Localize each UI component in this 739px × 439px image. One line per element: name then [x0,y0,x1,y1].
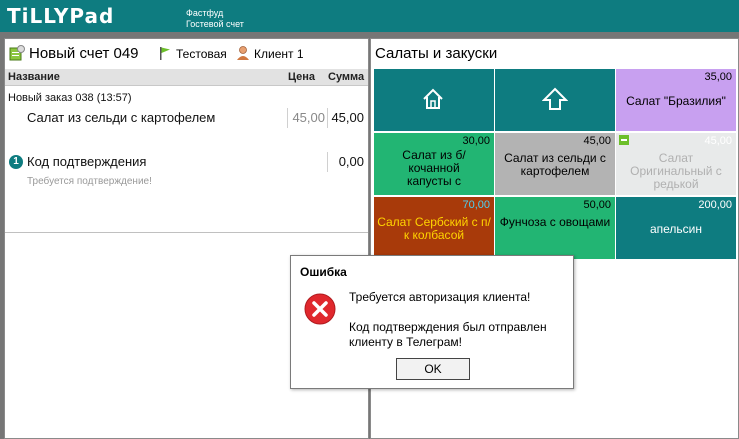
table-header: Название Цена Сумма [5,69,368,86]
dialog-title: Ошибка [300,265,347,279]
col-sum-header: Сумма [328,71,365,83]
menu-category-title: Салаты и закуски [375,45,498,62]
account-title[interactable]: Новый счет 049 [29,45,139,63]
count-badge: 1 [9,155,23,169]
col-price-header: Цена [288,71,316,83]
menu-tile-original-disabled[interactable]: 45,00 Салат Оригинальный с редькой [616,133,736,195]
account-header: Новый счет 049 Тестовая Клиент 1 [5,39,368,69]
flag-icon [160,47,170,60]
menu-tile-brazil[interactable]: 35,00 Салат "Бразилия" [616,69,736,131]
col-name-header: Название [8,71,60,83]
code-sum: 0,00 [338,154,364,169]
tile-name: Салат Сербский с п/к колбасой [377,215,491,242]
menu-tile-cabbage[interactable]: 30,00 Салат из б/кочанной капусты с [374,133,494,195]
tile-name: Фунчоза с овощами [499,215,611,229]
tile-price: 200,00 [698,199,732,211]
error-icon [304,293,336,325]
tile-price: 45,00 [704,135,732,147]
dialog-detail: Код подтверждения был отправлен клиенту … [349,320,547,349]
up-tile[interactable] [495,69,615,131]
item-name: Салат из сельди с картофелем [27,110,216,125]
tile-name: Салат "Бразилия" [626,94,726,108]
item-name: Салат "Бразилия" [27,132,136,147]
table-divider [5,232,368,233]
venue-label: Фастфуд [186,8,224,18]
dialog-message: Требуется авторизация клиента! [349,290,531,304]
tag-label[interactable]: Тестовая [176,47,227,61]
receipt-icon [9,45,25,61]
client-label[interactable]: Клиент 1 [254,47,304,61]
tile-name: Салат из б/кочанной капусты с [402,148,466,188]
pos-screen: TiLLYPad Фастфуд Гостевой счет Новый сче… [0,0,739,439]
menu-tile-orange[interactable]: 200,00 апельсин [616,197,736,259]
home-tile[interactable] [374,69,494,131]
item-sum: 35,00 [331,132,364,147]
tile-name: Салат Оригинальный с редькой [630,151,722,191]
home-icon [423,88,443,109]
tile-price: 30,00 [462,135,490,147]
menu-tile-funchoza[interactable]: 50,00 Фунчоза с овощами [495,197,615,259]
error-dialog: Ошибка Требуется авторизация клиента! Ко… [290,255,574,389]
tile-name: Салат из сельди с картофелем [504,151,606,178]
code-name: Код подтверждения [27,154,147,169]
tile-price: 45,00 [583,135,611,147]
app-logo: TiLLYPad [7,4,115,28]
code-note: Требуется подтверждение! [27,176,152,187]
tile-price: 50,00 [583,199,611,211]
menu-tile-herring[interactable]: 45,00 Салат из сельди с картофелем [495,133,615,195]
client-icon [237,46,249,60]
item-price: 45,00 [292,110,325,125]
item-price: 35,00 [292,132,325,147]
up-arrow-icon [542,87,568,110]
top-bar: TiLLYPad Фастфуд Гостевой счет [0,0,739,32]
ok-button[interactable]: OK [396,358,470,380]
item-sum: 45,00 [331,110,364,125]
order-header-text: Новый заказ 038 (13:57) [8,92,132,104]
mode-label: Гостевой счет [186,19,244,29]
disabled-icon [619,135,629,145]
menu-tile-serbian[interactable]: 70,00 Салат Сербский с п/к колбасой [374,197,494,259]
tile-price: 35,00 [704,71,732,83]
tile-price: 70,00 [462,199,490,211]
tile-name: апельсин [649,222,703,236]
